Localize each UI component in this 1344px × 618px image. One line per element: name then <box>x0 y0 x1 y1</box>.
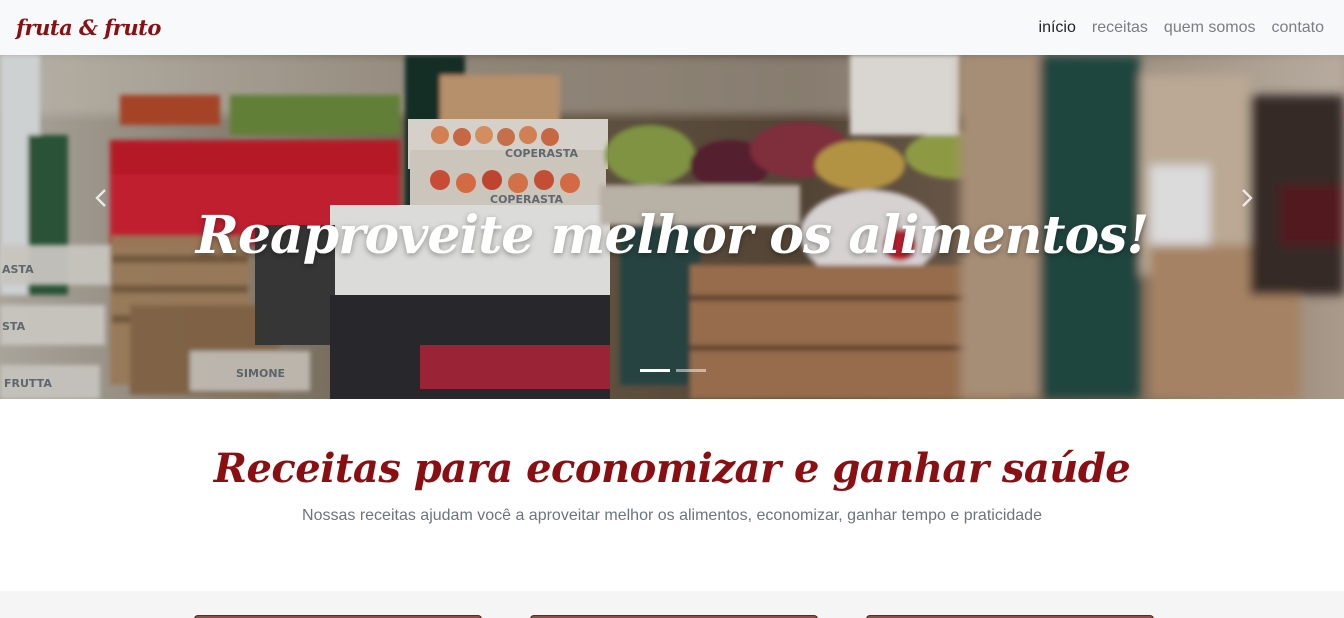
nav-link-receitas[interactable]: receitas <box>1092 19 1148 37</box>
nav-links: início receitas quem somos contato <box>1039 19 1324 37</box>
recipe-cards-strip <box>0 591 1344 618</box>
nav-link-quem-somos[interactable]: quem somos <box>1164 19 1256 37</box>
carousel-indicator-2[interactable] <box>676 369 706 372</box>
crate-label: SIMONE <box>236 367 285 380</box>
carousel-indicators <box>640 369 706 372</box>
crate-label: STA <box>2 320 26 333</box>
brand-logo[interactable]: fruta & fruto <box>16 15 161 40</box>
chevron-right-icon <box>1242 189 1253 207</box>
hero-carousel: COPERASTA COPERASTA ASTA STA FRUTTA SIMO… <box>0 55 1344 399</box>
carousel-prev-button[interactable] <box>86 183 116 213</box>
carousel-next-button[interactable] <box>1232 183 1262 213</box>
carousel-indicator-1[interactable] <box>640 369 670 372</box>
crate-label: FRUTTA <box>4 377 52 390</box>
section-title: Receitas para economizar e ganhar saúde <box>213 445 1131 492</box>
section-subtitle: Nossas receitas ajudam você a aproveitar… <box>302 507 1042 524</box>
carousel-caption: Reaproveite melhor os alimentos! <box>195 205 1150 266</box>
chevron-left-icon <box>95 189 106 207</box>
nav-link-contato[interactable]: contato <box>1272 19 1324 37</box>
navbar: fruta & fruto início receitas quem somos… <box>0 0 1344 55</box>
recipes-section: Receitas para economizar e ganhar saúde … <box>0 399 1344 591</box>
nav-link-inicio[interactable]: início <box>1039 19 1076 37</box>
crate-label: COPERASTA <box>505 147 579 160</box>
